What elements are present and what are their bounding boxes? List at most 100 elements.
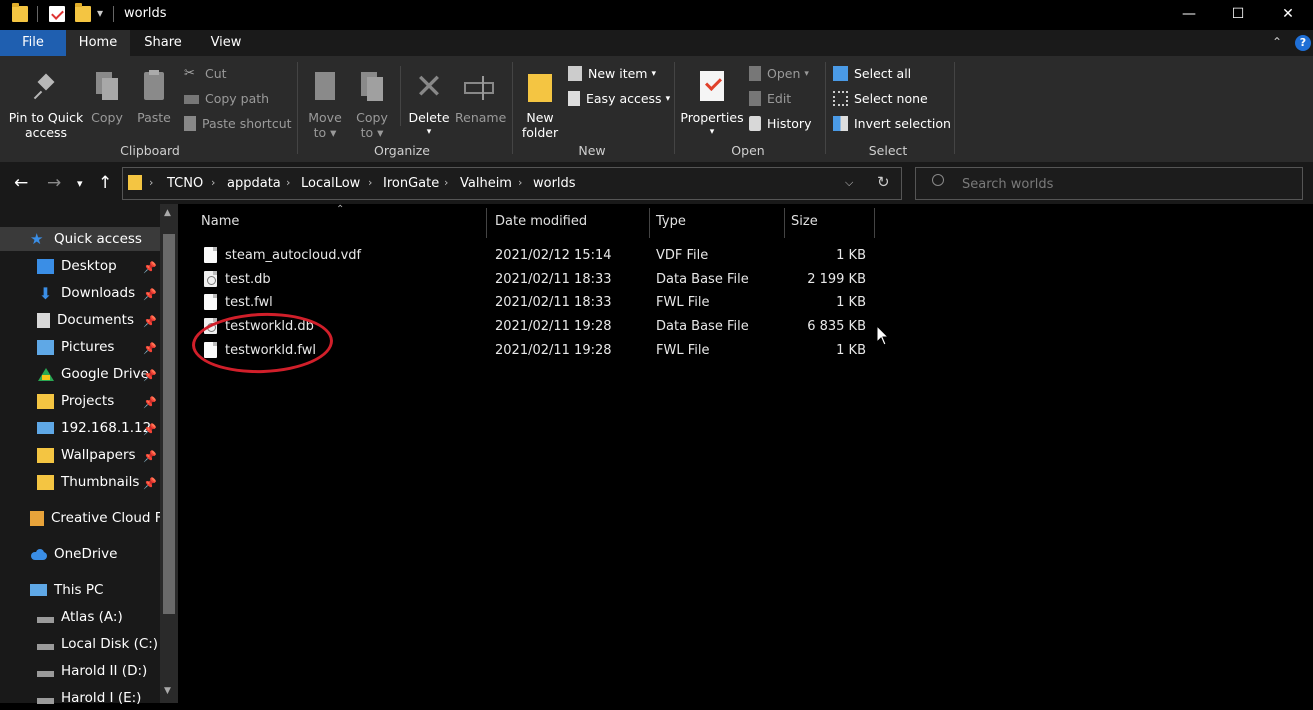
properties-quick-icon[interactable] <box>49 6 65 22</box>
address-dropdown-icon[interactable]: ⌵ <box>845 176 853 190</box>
breadcrumb-chevron-icon[interactable]: › <box>368 176 372 189</box>
nav-item-drive-a[interactable]: Atlas (A:) <box>0 605 160 629</box>
copy-path-button[interactable]: Copy path <box>184 91 269 106</box>
refresh-icon[interactable]: ↻ <box>877 173 890 191</box>
nav-item-projects[interactable]: Projects <box>0 389 160 413</box>
nav-item-pictures[interactable]: Pictures <box>0 335 160 359</box>
nav-item-thumbnails[interactable]: Thumbnails <box>0 470 160 494</box>
tab-home[interactable]: Home <box>66 30 130 56</box>
breadcrumb-chevron-icon[interactable]: › <box>211 176 215 189</box>
back-arrow-icon[interactable]: ← <box>14 173 28 193</box>
pin-icon[interactable]: 📌 <box>143 369 157 382</box>
breadcrumb-valheim[interactable]: Valheim <box>460 176 512 191</box>
new-item-button[interactable]: New item ▾ <box>568 66 656 81</box>
new-folder-quick-icon[interactable] <box>75 3 91 22</box>
pin-icon[interactable]: 📌 <box>143 423 157 436</box>
pin-to-quick-access-button[interactable]: Pin to Quick access <box>8 70 84 140</box>
copy-to-button[interactable]: Copy to ▾ <box>351 70 393 140</box>
properties-dropdown-icon[interactable]: ▾ <box>680 125 744 140</box>
history-button[interactable]: History <box>749 116 811 131</box>
invert-selection-button[interactable]: Invert selection <box>833 116 951 131</box>
column-divider[interactable] <box>649 208 650 238</box>
tab-view[interactable]: View <box>196 30 256 56</box>
file-row[interactable]: test.fwl 2021/02/11 18:33 FWL File 1 KB <box>196 291 876 314</box>
column-divider[interactable] <box>784 208 785 238</box>
nav-item-drive-d[interactable]: Harold II (D:) <box>0 659 160 683</box>
nav-scrollbar-thumb[interactable] <box>163 234 175 614</box>
pin-icon[interactable]: 📌 <box>143 342 157 355</box>
move-to-button[interactable]: Move to ▾ <box>304 70 346 140</box>
nav-item-downloads[interactable]: ⬇ Downloads <box>0 281 160 305</box>
close-button[interactable]: ✕ <box>1262 0 1313 28</box>
tab-share[interactable]: Share <box>132 30 194 56</box>
nav-item-onedrive[interactable]: OneDrive <box>0 542 160 566</box>
breadcrumb-chevron-icon[interactable]: › <box>518 176 522 189</box>
file-name: steam_autocloud.vdf <box>225 248 362 263</box>
forward-arrow-icon[interactable]: → <box>47 173 61 193</box>
nav-item-drive-e[interactable]: Harold I (E:) <box>0 686 160 710</box>
paste-shortcut-button[interactable]: Paste shortcut <box>184 116 292 131</box>
delete-button[interactable]: ✕ Delete ▾ <box>406 70 452 140</box>
collapse-ribbon-icon[interactable]: ⌃ <box>1272 35 1282 49</box>
copy-button[interactable]: Copy <box>88 70 126 125</box>
breadcrumb-worlds[interactable]: worlds <box>533 176 576 191</box>
nav-scrollbar[interactable]: ▲ ▼ <box>160 204 178 703</box>
pin-icon[interactable]: 📌 <box>143 315 157 328</box>
search-input[interactable] <box>960 174 1294 194</box>
edit-button[interactable]: Edit <box>749 91 791 106</box>
nav-item-wallpapers[interactable]: Wallpapers <box>0 443 160 467</box>
column-divider[interactable] <box>874 208 875 238</box>
pin-icon[interactable]: 📌 <box>143 477 157 490</box>
column-header-size[interactable]: Size <box>791 214 818 229</box>
select-all-icon <box>833 66 848 81</box>
pin-icon[interactable]: 📌 <box>143 288 157 301</box>
column-header-date-modified[interactable]: Date modified <box>495 214 587 229</box>
nav-item-quick-access[interactable]: ★ Quick access <box>0 227 160 251</box>
maximize-button[interactable]: ☐ <box>1212 0 1264 28</box>
breadcrumb-chevron-icon[interactable]: › <box>286 176 290 189</box>
pin-icon[interactable]: 📌 <box>143 261 157 274</box>
file-row[interactable]: steam_autocloud.vdf 2021/02/12 15:14 VDF… <box>196 244 876 267</box>
nav-item-desktop[interactable]: Desktop <box>0 254 160 278</box>
nav-item-this-pc[interactable]: This PC <box>0 578 160 602</box>
quick-access-toolbar-dropdown-icon[interactable]: ▾ <box>97 6 103 20</box>
breadcrumb-appdata[interactable]: appdata <box>227 176 281 191</box>
select-none-button[interactable]: Select none <box>833 91 928 106</box>
easy-access-button[interactable]: Easy access ▾ <box>568 91 670 106</box>
breadcrumb-chevron-icon[interactable]: › <box>444 176 448 189</box>
nav-item-documents[interactable]: Documents <box>0 308 160 332</box>
up-arrow-icon[interactable]: ↑ <box>98 173 112 193</box>
help-icon[interactable]: ? <box>1295 35 1311 51</box>
cut-button[interactable]: ✂ Cut <box>184 66 227 81</box>
breadcrumb-tcno[interactable]: TCNO <box>167 176 203 191</box>
file-row[interactable]: test.db 2021/02/11 18:33 Data Base File … <box>196 268 876 291</box>
scroll-down-icon[interactable]: ▼ <box>164 686 171 696</box>
recent-locations-icon[interactable]: ▾ <box>77 177 83 190</box>
paste-button[interactable]: Paste <box>134 70 174 125</box>
rename-button[interactable]: Rename <box>455 70 506 125</box>
nav-item-drive-c[interactable]: Local Disk (C:) <box>0 632 160 656</box>
search-box[interactable] <box>915 167 1303 200</box>
pin-icon[interactable]: 📌 <box>143 396 157 409</box>
column-header-name[interactable]: Name <box>201 214 239 229</box>
open-button[interactable]: Open ▾ <box>749 66 809 81</box>
column-header-type[interactable]: Type <box>656 214 686 229</box>
minimize-button[interactable]: — <box>1163 0 1215 28</box>
nav-item-network-share[interactable]: 192.168.1.12 <box>0 416 160 440</box>
address-bar[interactable]: › TCNO › appdata › LocalLow › IronGate ›… <box>122 167 902 200</box>
breadcrumb-irongate[interactable]: IronGate <box>383 176 439 191</box>
clipboard-group-label: Clipboard <box>120 143 180 158</box>
breadcrumb-chevron-icon[interactable]: › <box>149 176 153 189</box>
select-all-button[interactable]: Select all <box>833 66 911 81</box>
properties-button[interactable]: Properties ▾ <box>680 70 744 140</box>
tab-file[interactable]: File <box>0 30 66 56</box>
breadcrumb-locallow[interactable]: LocalLow <box>301 176 360 191</box>
nav-item-creative-cloud[interactable]: Creative Cloud Fil <box>0 506 160 530</box>
nav-item-google-drive[interactable]: Google Drive <box>0 362 160 386</box>
column-divider[interactable] <box>486 208 487 238</box>
pin-icon[interactable]: 📌 <box>143 450 157 463</box>
computer-icon <box>30 584 47 596</box>
scroll-up-icon[interactable]: ▲ <box>164 208 171 218</box>
delete-dropdown-icon[interactable]: ▾ <box>406 125 452 140</box>
new-folder-button[interactable]: New folder <box>518 70 562 140</box>
